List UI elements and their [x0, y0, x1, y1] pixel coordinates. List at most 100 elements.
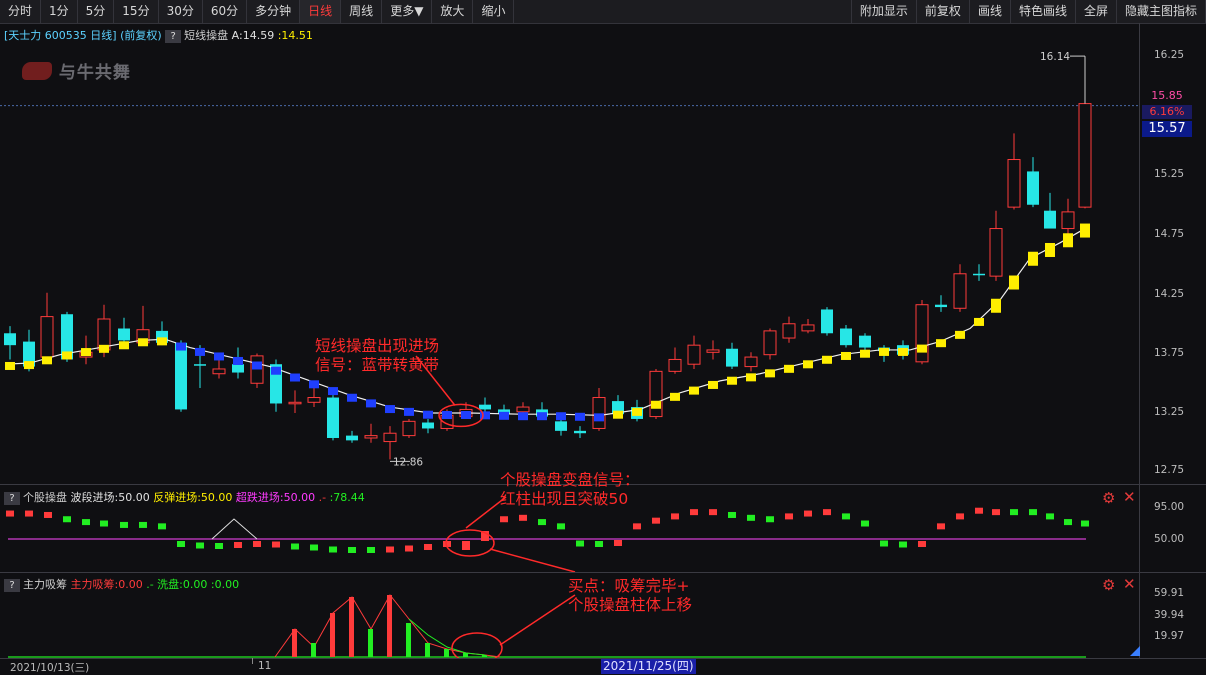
sub1-bar-4 — [82, 519, 90, 526]
sub1-bar-10 — [196, 542, 204, 549]
sub1-bar-51 — [975, 507, 983, 514]
period-tab-5[interactable]: 60分 — [203, 0, 248, 23]
price-axis-label-4: 14.25 — [1154, 288, 1185, 300]
candle-54 — [1027, 157, 1039, 208]
sub2-wash: 洗盘:0.00 — [157, 578, 208, 591]
signal-marker-38 — [727, 376, 737, 385]
sub1-bar-13 — [253, 541, 261, 547]
sub1-bar-43 — [823, 509, 831, 516]
candle-13 — [250, 353, 264, 389]
period-tab-3[interactable]: 15分 — [114, 0, 159, 23]
candle-53 — [1007, 133, 1021, 210]
sub1-bar-55 — [1046, 513, 1054, 520]
toolbar-right-button-1[interactable]: 前复权 — [917, 0, 970, 23]
sub1-bar-19 — [367, 547, 375, 553]
signal-marker-51 — [974, 317, 984, 326]
annotation-3-line2: 个股操盘柱体上移 — [568, 596, 693, 614]
sub1-close-icon[interactable]: ✕ — [1123, 488, 1136, 506]
sub2-help-button[interactable]: ? — [4, 579, 20, 592]
sub2-close-icon[interactable]: ✕ — [1123, 575, 1136, 593]
signal-marker-32 — [613, 410, 623, 419]
candle-16 — [307, 388, 321, 408]
period-tab-6[interactable]: 多分钟 — [247, 0, 301, 23]
percent-box: 6.16% — [1142, 105, 1192, 119]
sub1-axis-50: 50.00 — [1154, 533, 1185, 545]
toolbar-right-button-2[interactable]: 画线 — [970, 0, 1011, 23]
sub1-bar-22 — [424, 544, 432, 550]
candle-17 — [327, 395, 339, 441]
sub1-bar-35 — [671, 513, 679, 520]
signal-marker-34 — [651, 400, 661, 409]
toolbar-right-button-4[interactable]: 全屏 — [1076, 0, 1117, 23]
sub1-bar-53 — [1010, 509, 1018, 516]
sub1-name[interactable]: 个股操盘 — [23, 491, 67, 504]
sub1-help-button[interactable]: ? — [4, 492, 20, 505]
signal-marker-1 — [24, 361, 34, 370]
signal-marker-42 — [803, 360, 813, 369]
sub2-gear-icon[interactable]: ⚙ — [1102, 576, 1115, 594]
sub1-bar-20 — [386, 546, 394, 553]
signal-marker-52 — [991, 298, 1001, 313]
sub1-axis-95: 95.00 — [1154, 501, 1185, 513]
sub1-bar-28 — [538, 519, 546, 526]
toolbar-right-button-3[interactable]: 特色画线 — [1011, 0, 1076, 23]
sub1-bar-2 — [44, 511, 52, 518]
signal-marker-26 — [499, 411, 509, 420]
signal-marker-43 — [822, 355, 832, 364]
sub1-rebound: 反弹进场:50.00 — [153, 491, 233, 504]
sub1-wave: 波段进场:50.00 — [70, 491, 150, 504]
sub1-gear-icon[interactable]: ⚙ — [1102, 489, 1115, 507]
signal-marker-11 — [214, 352, 224, 361]
low-label: 12.86 — [393, 456, 423, 468]
sub2-value: :0.00 — [210, 578, 240, 591]
period-tab-10[interactable]: 放大 — [432, 0, 474, 23]
signal-marker-13 — [252, 361, 262, 370]
period-tab-1[interactable]: 1分 — [41, 0, 78, 23]
signal-marker-16 — [309, 380, 319, 389]
month-label: 11 — [258, 660, 272, 672]
corner-triangle-icon[interactable] — [1130, 646, 1140, 656]
toolbar-right-button-5[interactable]: 隐藏主图指标 — [1117, 0, 1206, 23]
candle-52 — [989, 210, 1003, 281]
sub1-bar-52 — [992, 509, 1000, 516]
annotation-2-line1: 个股操盘变盘信号： — [500, 471, 640, 489]
candle-48 — [915, 299, 929, 365]
sub1-value: :78.44 — [329, 491, 365, 504]
signal-marker-0 — [5, 361, 15, 370]
sub1-bar-26 — [500, 516, 508, 523]
sub1-bar-39 — [747, 514, 755, 521]
sub1-bar-47 — [899, 541, 907, 548]
sub2-bar-2 — [330, 613, 335, 657]
candle-51 — [973, 264, 985, 281]
signal-marker-30 — [575, 412, 585, 421]
annotation-1-line1: 短线操盘出现进场 — [315, 337, 440, 355]
candlestick-chart[interactable]: 16.14 12.86 — [0, 24, 1139, 484]
period-tab-0[interactable]: 分时 — [0, 0, 42, 23]
cursor-date: 2021/11/25(四) — [601, 659, 696, 674]
sub1-bar-31 — [595, 541, 603, 547]
period-tab-4[interactable]: 30分 — [159, 0, 203, 23]
period-tab-9[interactable]: 更多▼ — [382, 0, 433, 23]
sub2-info-line: ? 主力吸筹 主力吸筹:0.00 .- 洗盘:0.00 :0.00 — [4, 576, 239, 592]
period-tab-7[interactable]: 日线 — [300, 0, 342, 23]
start-date: 2021/10/13(三) — [10, 662, 90, 674]
period-tab-8[interactable]: 周线 — [341, 0, 383, 23]
signal-marker-3 — [62, 351, 72, 360]
sub1-bar-8 — [158, 523, 166, 530]
sub1-bar-24 — [462, 541, 470, 550]
period-tab-2[interactable]: 5分 — [78, 0, 115, 23]
candle-50 — [953, 264, 967, 312]
sub2-axis-2: 39.94 — [1154, 609, 1185, 621]
signal-marker-21 — [404, 407, 414, 416]
sub2-name[interactable]: 主力吸筹 — [23, 578, 67, 591]
sub2-bar-10 — [482, 655, 487, 657]
candle-15 — [288, 390, 302, 413]
sub1-bar-5 — [100, 520, 108, 527]
sub1-bar-34 — [652, 517, 660, 524]
sub1-dash: .- — [318, 491, 327, 504]
sub1-bar-56 — [1064, 519, 1072, 526]
signal-marker-35 — [670, 392, 680, 401]
toolbar-right-button-0[interactable]: 附加显示 — [852, 0, 917, 23]
period-tab-11[interactable]: 缩小 — [473, 0, 515, 23]
price-axis-label-3: 14.75 — [1154, 228, 1185, 240]
